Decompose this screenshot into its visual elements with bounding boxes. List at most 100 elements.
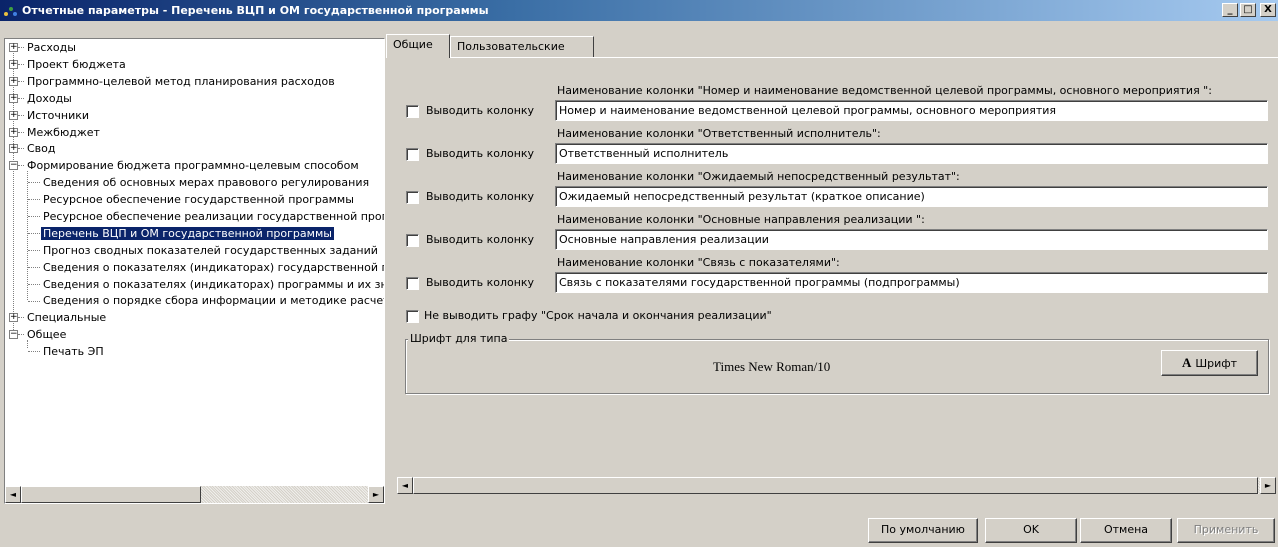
tree-item-label: Расходы xyxy=(27,41,76,54)
tree-item[interactable]: Источники xyxy=(25,107,91,124)
font-button[interactable]: A Шрифт xyxy=(1161,350,1258,376)
column-name-input[interactable]: Основные направления реализации xyxy=(555,229,1268,250)
tree-item[interactable]: Перечень ВЦП и ОМ государственной програ… xyxy=(41,225,334,242)
tree-connector xyxy=(18,98,24,99)
tree-item-label: Перечень ВЦП и ОМ государственной програ… xyxy=(41,227,334,240)
tree-item[interactable]: Сведения об основных мерах правового рег… xyxy=(41,174,371,191)
tree-connector xyxy=(28,216,40,217)
column-name-input[interactable]: Номер и наименование ведомственной целев… xyxy=(555,100,1268,121)
tab-custom[interactable]: Пользовательские xyxy=(450,36,594,58)
no-period-label: Не выводить графу "Срок начала и окончан… xyxy=(424,309,772,322)
tab-general[interactable]: Общие xyxy=(386,34,450,58)
expand-icon[interactable]: + xyxy=(9,94,18,103)
expand-icon[interactable]: + xyxy=(9,313,18,322)
font-group-title: Шрифт для типа xyxy=(408,332,510,345)
tree-item[interactable]: Проект бюджета xyxy=(25,56,128,73)
show-column-label: Выводить колонку xyxy=(426,147,535,160)
tree-connector xyxy=(18,81,24,82)
show-column-checkbox[interactable] xyxy=(406,105,419,118)
tree-connector xyxy=(28,250,40,251)
show-column-label: Выводить колонку xyxy=(426,276,535,289)
cancel-button[interactable]: Отмена xyxy=(1080,518,1172,543)
expand-icon[interactable]: + xyxy=(9,60,18,69)
tree-item-label: Общее xyxy=(27,328,67,341)
tree-connector xyxy=(13,47,14,334)
scroll-right-button[interactable]: ► xyxy=(1260,477,1276,494)
tree-item[interactable]: Ресурсное обеспечение государственной пр… xyxy=(41,191,356,208)
column-caption-label: Наименование колонки "Ожидаемый непосред… xyxy=(557,170,960,183)
tree-connector xyxy=(28,182,40,183)
expand-icon[interactable]: + xyxy=(9,43,18,52)
ok-button-label: OK xyxy=(1023,523,1039,536)
defaults-button[interactable]: По умолчанию xyxy=(868,518,978,543)
show-column-checkbox[interactable] xyxy=(406,277,419,290)
tree-item[interactable]: Сведения о порядке сбора информации и ме… xyxy=(41,292,384,309)
maximize-button[interactable]: □ xyxy=(1240,3,1256,17)
cancel-button-label: Отмена xyxy=(1103,523,1149,536)
show-column-checkbox[interactable] xyxy=(406,234,419,247)
no-period-checkbox[interactable] xyxy=(406,310,419,323)
column-name-input[interactable]: Ответственный исполнитель xyxy=(555,143,1268,164)
scroll-left-button[interactable]: ◄ xyxy=(397,477,413,494)
ok-button[interactable]: OK xyxy=(985,518,1077,543)
tree-connector xyxy=(18,148,24,149)
tree-item[interactable]: Свод xyxy=(25,140,58,157)
tree-item-label: Сведения о показателях (индикаторах) про… xyxy=(43,278,384,291)
tree-item[interactable]: Программно-целевой метод планирования ра… xyxy=(25,73,337,90)
tree-item-label: Проект бюджета xyxy=(27,58,126,71)
tree-connector xyxy=(18,165,24,166)
tree-item[interactable]: Формирование бюджета программно-целевым … xyxy=(25,157,361,174)
tree-connector xyxy=(18,64,24,65)
defaults-button-label: По умолчанию xyxy=(881,523,965,536)
tree-item[interactable]: Сведения о показателях (индикаторах) про… xyxy=(41,276,384,293)
expand-icon[interactable]: + xyxy=(9,111,18,120)
tree-item[interactable]: Общее xyxy=(25,326,68,343)
show-column-checkbox[interactable] xyxy=(406,148,419,161)
tree-item[interactable]: Сведения о показателях (индикаторах) гос… xyxy=(41,259,384,276)
close-button[interactable]: X xyxy=(1260,3,1276,17)
column-caption-label: Наименование колонки "Номер и наименован… xyxy=(557,84,1212,97)
tree-item[interactable]: Межбюджет xyxy=(25,124,102,141)
expand-icon[interactable]: + xyxy=(9,77,18,86)
font-groupbox xyxy=(405,339,1269,394)
show-column-label: Выводить колонку xyxy=(426,190,535,203)
apply-button[interactable]: Применить xyxy=(1177,518,1275,543)
tree-item[interactable]: Расходы xyxy=(25,39,78,56)
tree-item-label: Специальные xyxy=(27,311,107,324)
collapse-icon[interactable]: − xyxy=(9,330,18,339)
app-icon xyxy=(3,3,19,19)
show-column-label: Выводить колонку xyxy=(426,233,535,246)
report-tree[interactable]: Расходы + Проект бюджета + Программно-целево… xyxy=(4,38,385,504)
tree-connector xyxy=(28,199,40,200)
tree-item[interactable]: Доходы xyxy=(25,90,74,107)
tree-item[interactable]: Специальные xyxy=(25,309,108,326)
tree-item-label: Свод xyxy=(27,142,56,155)
expand-icon[interactable]: + xyxy=(9,144,18,153)
tree-horizontal-scrollbar[interactable]: ◄ ► xyxy=(5,486,384,503)
tree-item[interactable]: Печать ЭП xyxy=(41,343,106,360)
scroll-thumb[interactable] xyxy=(413,477,1258,494)
tree-connector xyxy=(27,171,28,300)
apply-button-label: Применить xyxy=(1193,523,1259,536)
tree-item[interactable]: Прогноз сводных показателей государствен… xyxy=(41,242,380,259)
tree-connector xyxy=(28,233,40,234)
expand-icon[interactable]: + xyxy=(9,128,18,137)
title-bar: Отчетные параметры - Перечень ВЦП и ОМ г… xyxy=(0,0,1278,21)
column-caption-label: Наименование колонки "Связь с показателя… xyxy=(557,256,840,269)
collapse-icon[interactable]: − xyxy=(9,161,18,170)
tree-connector xyxy=(28,351,40,352)
scroll-thumb[interactable] xyxy=(21,486,201,503)
show-column-checkbox[interactable] xyxy=(406,191,419,204)
scroll-left-button[interactable]: ◄ xyxy=(5,486,21,503)
tree-connector xyxy=(18,47,24,48)
panel-horizontal-scrollbar[interactable]: ◄ ► xyxy=(397,477,1276,494)
tree-connector xyxy=(18,334,24,335)
tree-item-label: Формирование бюджета программно-целевым … xyxy=(27,159,359,172)
column-name-input[interactable]: Связь с показателями государственной про… xyxy=(555,272,1268,293)
tree-connector xyxy=(18,115,24,116)
tree-item[interactable]: Ресурсное обеспечение реализации государ… xyxy=(41,208,384,225)
column-caption-label: Наименование колонки "Ответственный испо… xyxy=(557,127,881,140)
minimize-button[interactable]: _ xyxy=(1222,3,1238,17)
scroll-right-button[interactable]: ► xyxy=(368,486,384,503)
column-name-input[interactable]: Ожидаемый непосредственный результат (кр… xyxy=(555,186,1268,207)
